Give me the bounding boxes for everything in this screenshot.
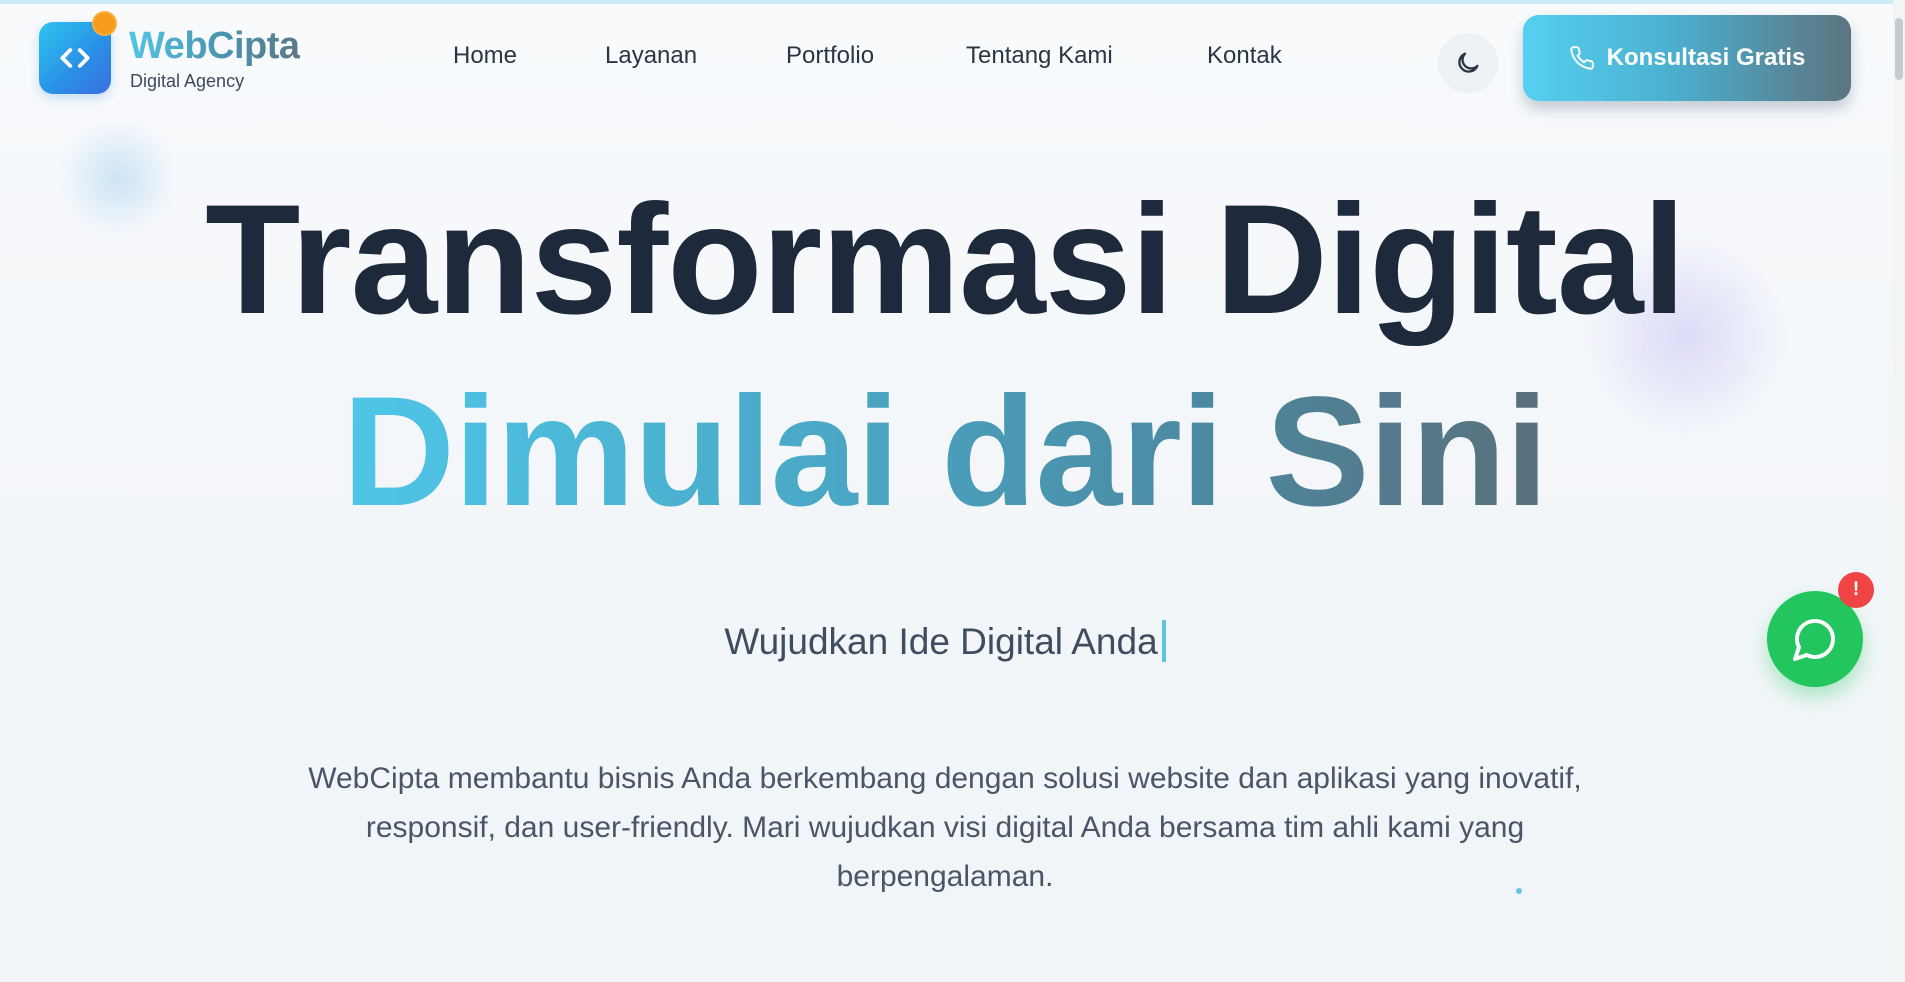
- hero-typed-subtitle: Wujudkan Ide Digital Anda: [0, 620, 1890, 663]
- nav-item-kontak[interactable]: Kontak: [1207, 42, 1282, 70]
- moon-icon: [1458, 52, 1479, 73]
- scrollbar-thumb[interactable]: [1895, 18, 1903, 80]
- phone-icon: [1569, 46, 1594, 70]
- chat-bubble-icon: [1793, 619, 1835, 661]
- site-header: WebCipta Digital Agency Home Layanan Por…: [0, 0, 1905, 110]
- nav-item-layanan[interactable]: Layanan: [605, 42, 697, 70]
- code-brackets-icon: [60, 48, 90, 68]
- konsultasi-gratis-button[interactable]: Konsultasi Gratis: [1523, 15, 1851, 101]
- nav-item-portfolio[interactable]: Portfolio: [786, 42, 874, 70]
- theme-toggle-button[interactable]: [1438, 33, 1498, 93]
- hero-title-line-1: Transformasi Digital: [205, 173, 1686, 347]
- typed-text: Wujudkan Ide Digital Anda: [724, 621, 1158, 662]
- nav-item-tentang-kami[interactable]: Tentang Kami: [966, 42, 1113, 70]
- brand-tagline: Digital Agency: [130, 71, 245, 91]
- chat-notification-badge: !: [1838, 572, 1874, 608]
- logo-notification-dot: [92, 11, 117, 36]
- hero-title-gradient-text: Dimulai dari Sini: [342, 365, 1548, 539]
- typing-caret: [1161, 620, 1166, 662]
- page-scrollbar[interactable]: [1893, 0, 1905, 982]
- hero-title-line-2: Dimulai dari Sini: [0, 367, 1890, 537]
- nav-item-home[interactable]: Home: [453, 42, 517, 70]
- cta-label: Konsultasi Gratis: [1606, 44, 1806, 71]
- brand-name[interactable]: WebCipta: [129, 25, 300, 68]
- hero-description: WebCipta membantu bisnis Anda berkembang…: [308, 762, 1582, 893]
- page: WebCipta Digital Agency Home Layanan Por…: [0, 0, 1905, 982]
